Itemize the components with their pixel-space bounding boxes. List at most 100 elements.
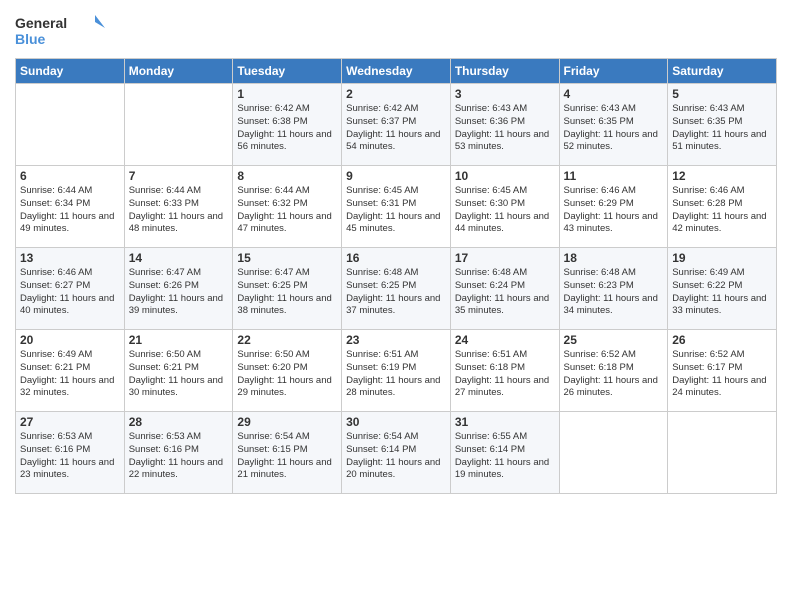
day-info: Sunrise: 6:54 AMSunset: 6:14 PMDaylight:… xyxy=(346,431,446,482)
day-info: Sunrise: 6:46 AMSunset: 6:29 PMDaylight:… xyxy=(564,185,664,236)
day-number: 12 xyxy=(672,169,772,183)
day-info: Sunrise: 6:48 AMSunset: 6:24 PMDaylight:… xyxy=(455,267,555,318)
day-info: Sunrise: 6:44 AMSunset: 6:34 PMDaylight:… xyxy=(20,185,120,236)
calendar-week-row: 6Sunrise: 6:44 AMSunset: 6:34 PMDaylight… xyxy=(16,166,777,248)
day-info: Sunrise: 6:47 AMSunset: 6:25 PMDaylight:… xyxy=(237,267,337,318)
svg-text:General: General xyxy=(15,15,67,31)
weekday-header: Sunday xyxy=(16,59,125,84)
day-info: Sunrise: 6:52 AMSunset: 6:18 PMDaylight:… xyxy=(564,349,664,400)
day-number: 3 xyxy=(455,87,555,101)
calendar-cell: 14 Sunrise: 6:47 AMSunset: 6:26 PMDayligh… xyxy=(124,248,233,330)
day-number: 23 xyxy=(346,333,446,347)
calendar-cell: 31 Sunrise: 6:55 AMSunset: 6:14 PMDayligh… xyxy=(450,412,559,494)
calendar-cell xyxy=(16,84,125,166)
day-number: 15 xyxy=(237,251,337,265)
calendar-cell: 8 Sunrise: 6:44 AMSunset: 6:32 PMDaylight… xyxy=(233,166,342,248)
day-info: Sunrise: 6:53 AMSunset: 6:16 PMDaylight:… xyxy=(20,431,120,482)
day-number: 30 xyxy=(346,415,446,429)
day-number: 28 xyxy=(129,415,229,429)
day-number: 7 xyxy=(129,169,229,183)
day-info: Sunrise: 6:51 AMSunset: 6:19 PMDaylight:… xyxy=(346,349,446,400)
header: General Blue xyxy=(15,10,777,50)
day-number: 11 xyxy=(564,169,664,183)
page-container: General Blue SundayMondayTuesdayWednesda… xyxy=(0,0,792,504)
day-info: Sunrise: 6:49 AMSunset: 6:21 PMDaylight:… xyxy=(20,349,120,400)
day-info: Sunrise: 6:55 AMSunset: 6:14 PMDaylight:… xyxy=(455,431,555,482)
day-info: Sunrise: 6:48 AMSunset: 6:23 PMDaylight:… xyxy=(564,267,664,318)
calendar-cell: 7 Sunrise: 6:44 AMSunset: 6:33 PMDaylight… xyxy=(124,166,233,248)
calendar-cell: 19Sunrise: 6:49 AMSunset: 6:22 PMDayligh… xyxy=(668,248,777,330)
calendar-cell: 11 Sunrise: 6:46 AMSunset: 6:29 PMDayligh… xyxy=(559,166,668,248)
day-info: Sunrise: 6:47 AMSunset: 6:26 PMDaylight:… xyxy=(129,267,229,318)
day-number: 4 xyxy=(564,87,664,101)
day-info: Sunrise: 6:46 AMSunset: 6:27 PMDaylight:… xyxy=(20,267,120,318)
day-number: 25 xyxy=(564,333,664,347)
day-number: 18 xyxy=(564,251,664,265)
day-number: 8 xyxy=(237,169,337,183)
day-info: Sunrise: 6:53 AMSunset: 6:16 PMDaylight:… xyxy=(129,431,229,482)
day-info: Sunrise: 6:45 AMSunset: 6:30 PMDaylight:… xyxy=(455,185,555,236)
calendar-cell: 29 Sunrise: 6:54 AMSunset: 6:15 PMDayligh… xyxy=(233,412,342,494)
day-info: Sunrise: 6:49 AMSunset: 6:22 PMDaylight:… xyxy=(672,267,772,318)
weekday-header: Wednesday xyxy=(342,59,451,84)
svg-text:Blue: Blue xyxy=(15,31,46,47)
day-number: 31 xyxy=(455,415,555,429)
day-number: 29 xyxy=(237,415,337,429)
day-info: Sunrise: 6:43 AMSunset: 6:35 PMDaylight:… xyxy=(564,103,664,154)
day-number: 16 xyxy=(346,251,446,265)
day-info: Sunrise: 6:45 AMSunset: 6:31 PMDaylight:… xyxy=(346,185,446,236)
calendar-cell: 30 Sunrise: 6:54 AMSunset: 6:14 PMDayligh… xyxy=(342,412,451,494)
day-number: 17 xyxy=(455,251,555,265)
weekday-header: Tuesday xyxy=(233,59,342,84)
calendar-cell: 15 Sunrise: 6:47 AMSunset: 6:25 PMDayligh… xyxy=(233,248,342,330)
day-info: Sunrise: 6:42 AMSunset: 6:37 PMDaylight:… xyxy=(346,103,446,154)
calendar-cell: 24 Sunrise: 6:51 AMSunset: 6:18 PMDayligh… xyxy=(450,330,559,412)
calendar-cell: 28 Sunrise: 6:53 AMSunset: 6:16 PMDayligh… xyxy=(124,412,233,494)
day-number: 22 xyxy=(237,333,337,347)
day-info: Sunrise: 6:51 AMSunset: 6:18 PMDaylight:… xyxy=(455,349,555,400)
weekday-header: Monday xyxy=(124,59,233,84)
calendar-cell: 18 Sunrise: 6:48 AMSunset: 6:23 PMDayligh… xyxy=(559,248,668,330)
day-info: Sunrise: 6:43 AMSunset: 6:36 PMDaylight:… xyxy=(455,103,555,154)
day-info: Sunrise: 6:44 AMSunset: 6:33 PMDaylight:… xyxy=(129,185,229,236)
day-number: 24 xyxy=(455,333,555,347)
weekday-header: Friday xyxy=(559,59,668,84)
day-number: 10 xyxy=(455,169,555,183)
logo-svg: General Blue xyxy=(15,10,105,50)
calendar-cell: 27 Sunrise: 6:53 AMSunset: 6:16 PMDayligh… xyxy=(16,412,125,494)
calendar-week-row: 20 Sunrise: 6:49 AMSunset: 6:21 PMDayligh… xyxy=(16,330,777,412)
calendar-cell: 16Sunrise: 6:48 AMSunset: 6:25 PMDayligh… xyxy=(342,248,451,330)
day-number: 9 xyxy=(346,169,446,183)
calendar-cell: 2 Sunrise: 6:42 AMSunset: 6:37 PMDaylight… xyxy=(342,84,451,166)
calendar-cell: 5 Sunrise: 6:43 AMSunset: 6:35 PMDaylight… xyxy=(668,84,777,166)
calendar-cell xyxy=(668,412,777,494)
day-number: 5 xyxy=(672,87,772,101)
day-number: 2 xyxy=(346,87,446,101)
calendar-cell: 12 Sunrise: 6:46 AMSunset: 6:28 PMDayligh… xyxy=(668,166,777,248)
calendar-week-row: 1Sunrise: 6:42 AMSunset: 6:38 PMDaylight… xyxy=(16,84,777,166)
calendar-cell: 1Sunrise: 6:42 AMSunset: 6:38 PMDaylight… xyxy=(233,84,342,166)
calendar-cell: 6Sunrise: 6:44 AMSunset: 6:34 PMDaylight… xyxy=(16,166,125,248)
day-info: Sunrise: 6:46 AMSunset: 6:28 PMDaylight:… xyxy=(672,185,772,236)
calendar-cell: 25 Sunrise: 6:52 AMSunset: 6:18 PMDayligh… xyxy=(559,330,668,412)
day-info: Sunrise: 6:54 AMSunset: 6:15 PMDaylight:… xyxy=(237,431,337,482)
calendar-cell: 10 Sunrise: 6:45 AMSunset: 6:30 PMDayligh… xyxy=(450,166,559,248)
weekday-header: Thursday xyxy=(450,59,559,84)
weekday-header: Saturday xyxy=(668,59,777,84)
calendar-cell: 22Sunrise: 6:50 AMSunset: 6:20 PMDayligh… xyxy=(233,330,342,412)
calendar-week-row: 13Sunrise: 6:46 AMSunset: 6:27 PMDayligh… xyxy=(16,248,777,330)
calendar-cell: 21 Sunrise: 6:50 AMSunset: 6:21 PMDayligh… xyxy=(124,330,233,412)
day-number: 26 xyxy=(672,333,772,347)
day-number: 21 xyxy=(129,333,229,347)
day-info: Sunrise: 6:43 AMSunset: 6:35 PMDaylight:… xyxy=(672,103,772,154)
day-number: 27 xyxy=(20,415,120,429)
calendar-cell: 13Sunrise: 6:46 AMSunset: 6:27 PMDayligh… xyxy=(16,248,125,330)
day-number: 14 xyxy=(129,251,229,265)
day-info: Sunrise: 6:44 AMSunset: 6:32 PMDaylight:… xyxy=(237,185,337,236)
day-number: 20 xyxy=(20,333,120,347)
calendar-cell: 26Sunrise: 6:52 AMSunset: 6:17 PMDayligh… xyxy=(668,330,777,412)
logo: General Blue xyxy=(15,10,105,50)
calendar-cell xyxy=(559,412,668,494)
day-info: Sunrise: 6:50 AMSunset: 6:21 PMDaylight:… xyxy=(129,349,229,400)
calendar-week-row: 27 Sunrise: 6:53 AMSunset: 6:16 PMDayligh… xyxy=(16,412,777,494)
